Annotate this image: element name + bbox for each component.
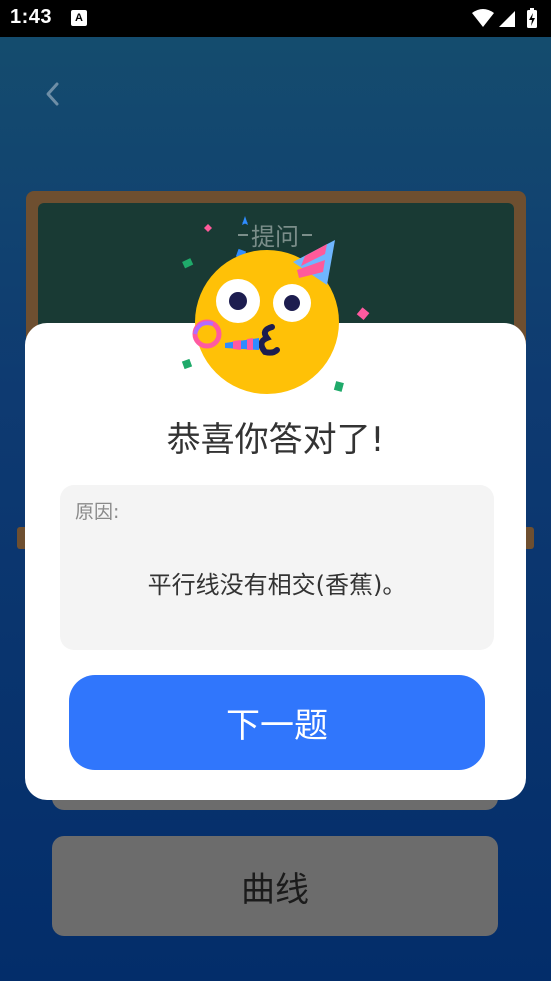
chevron-left-icon [46,82,59,106]
party-face-icon [181,216,370,394]
dialog-title: 恭喜你答对了! [166,420,385,460]
status-icons [471,7,543,35]
reason-label: 原因: [75,501,120,523]
wifi-icon [472,9,494,27]
battery-charging-icon [527,8,537,28]
notification-icon: A [71,10,87,26]
status-time: 1:43 [10,6,53,28]
status-bar: 1:43 A [0,0,551,37]
answer-option-button[interactable]: 曲线 [52,836,498,936]
back-button[interactable] [40,80,66,108]
signal-icon [499,11,515,27]
next-question-button[interactable]: 下一题 [69,675,485,770]
reason-text: 平行线没有相交(香蕉)。 [147,571,407,599]
